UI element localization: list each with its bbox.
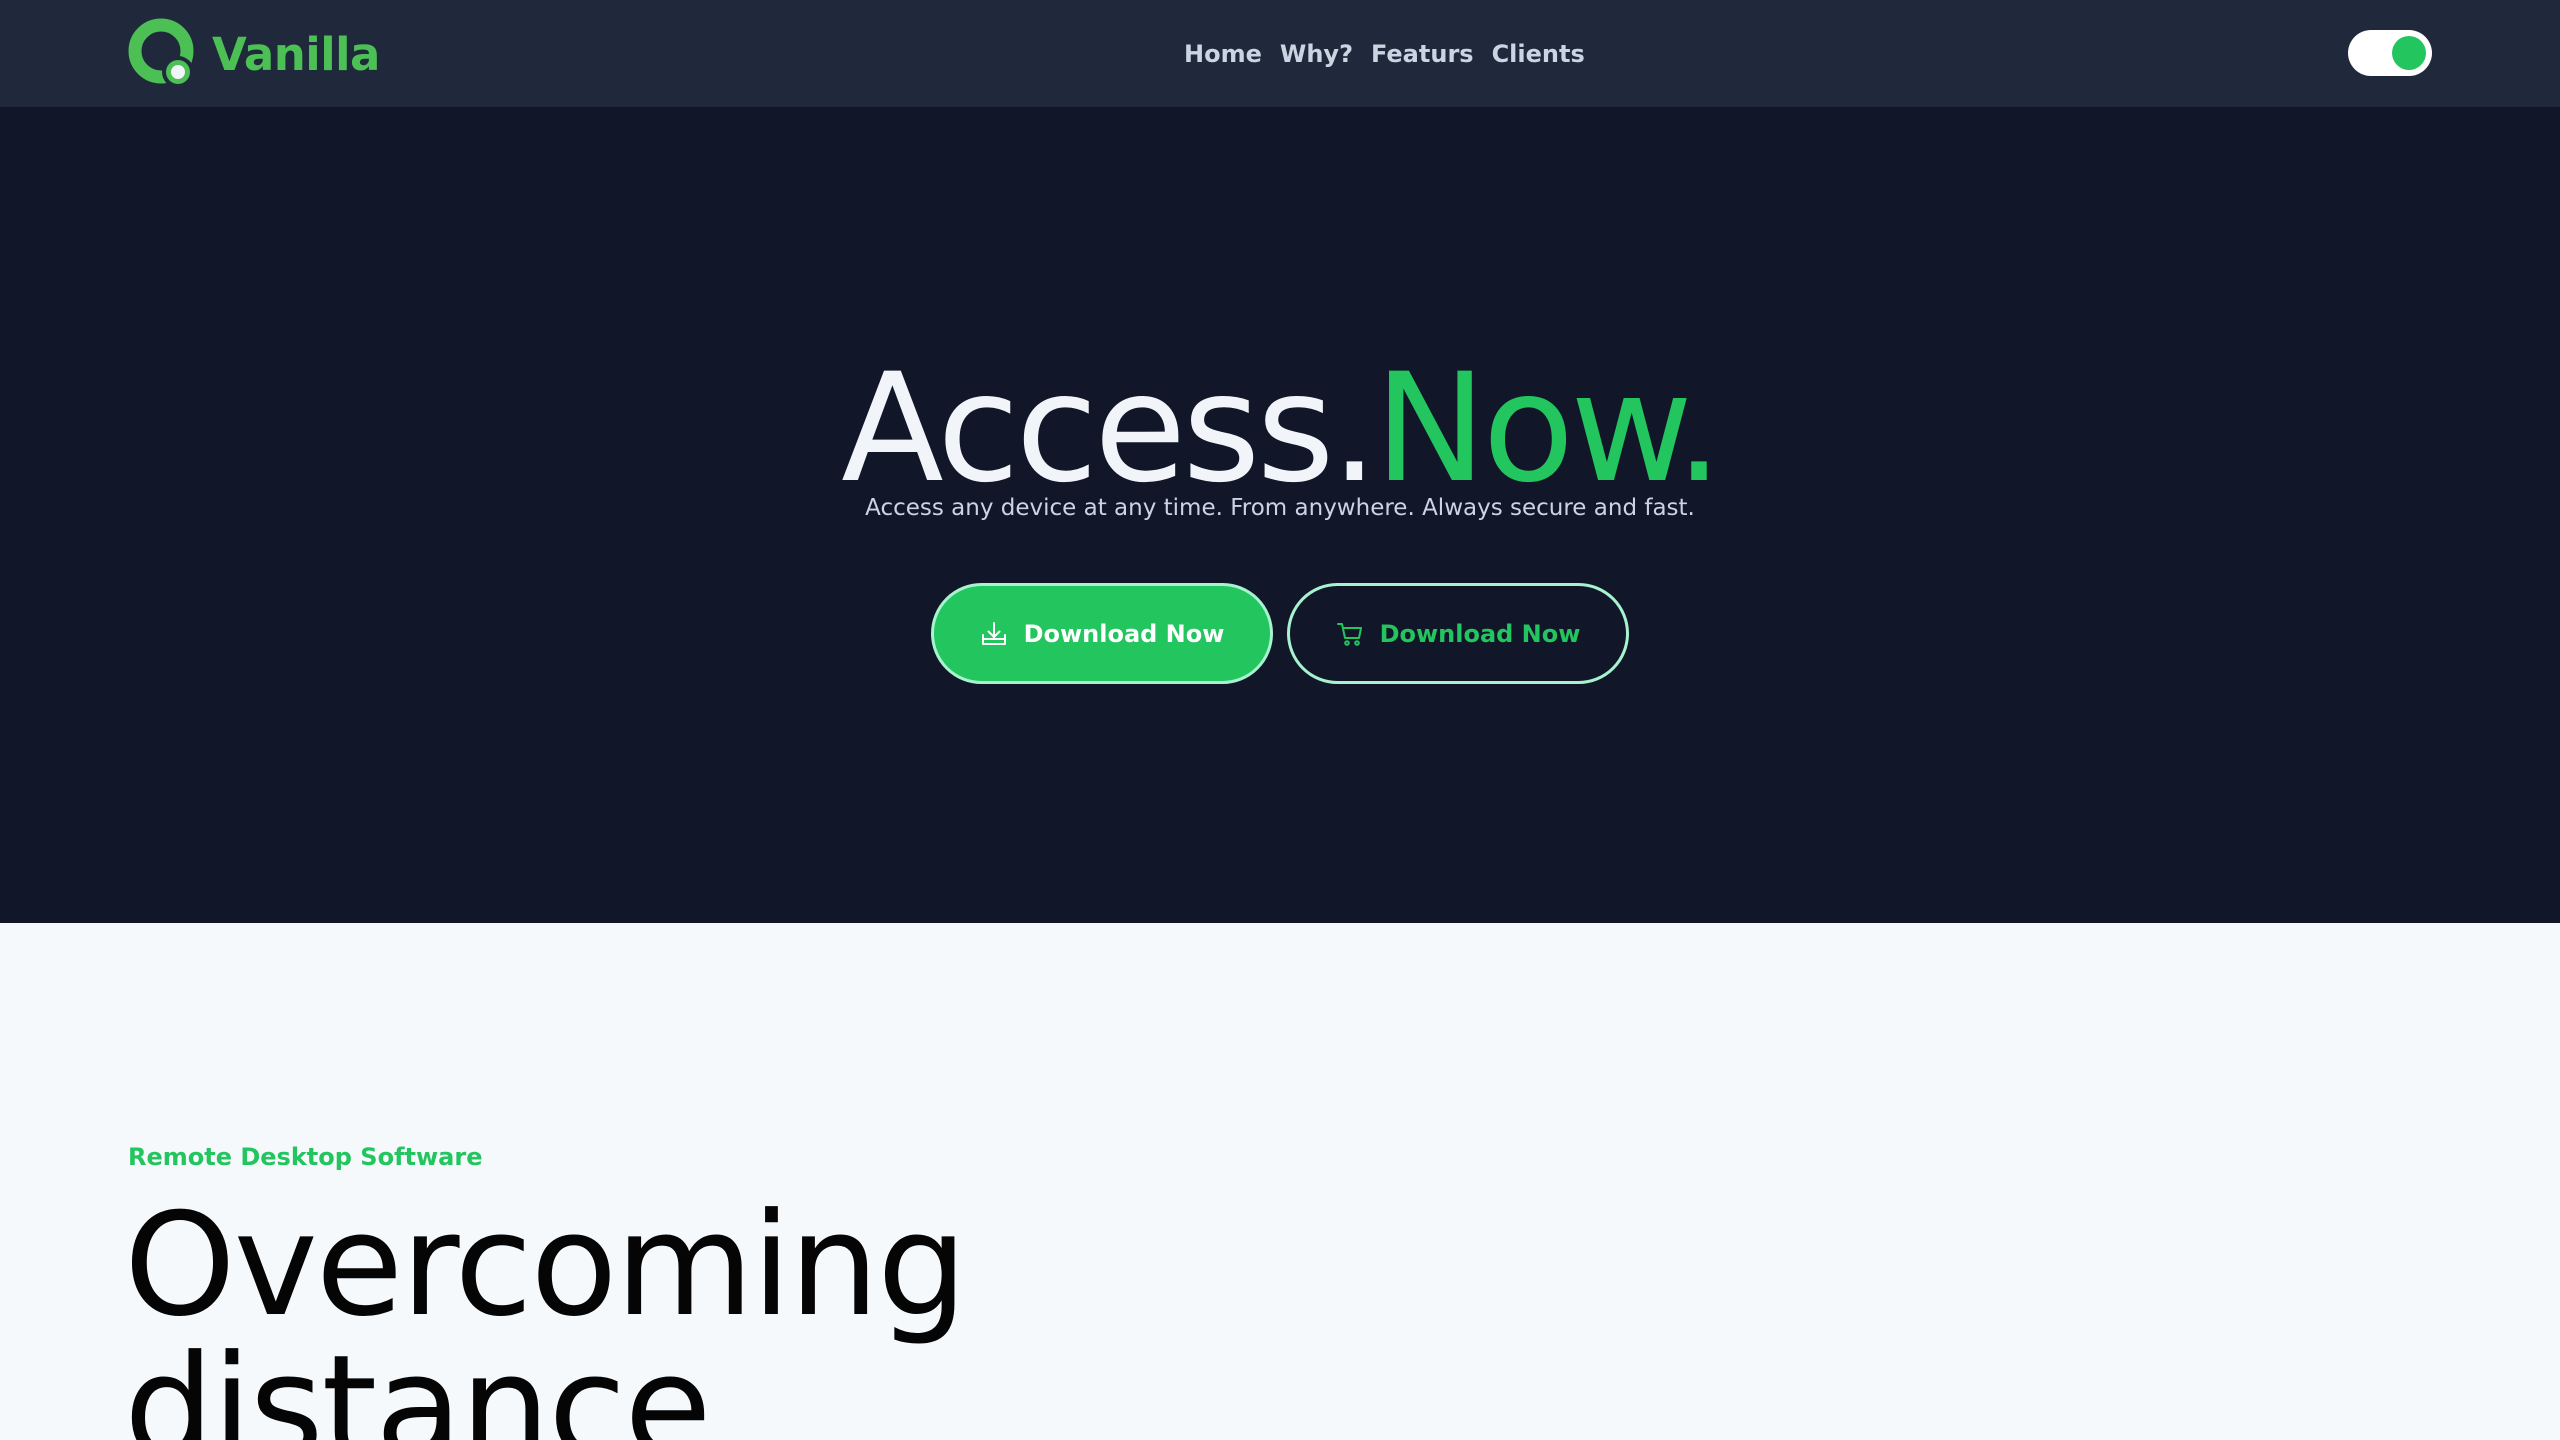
nav-link-clients[interactable]: Clients	[1492, 40, 1585, 68]
cart-icon	[1336, 622, 1362, 646]
download-button[interactable]: Download Now	[931, 583, 1273, 684]
logo-icon	[128, 18, 194, 88]
logo[interactable]: Vanilla	[128, 18, 380, 90]
hero-subtitle: Access any device at any time. From anyw…	[865, 495, 1695, 521]
section-eyebrow: Remote Desktop Software	[128, 1143, 483, 1171]
theme-toggle[interactable]	[2348, 30, 2432, 76]
main-nav: Home Why? Featurs Clients	[1184, 0, 1585, 107]
hero-title-part2: Now.	[1374, 342, 1723, 516]
hero-title: Access.Now.	[0, 339, 2560, 519]
nav-link-home[interactable]: Home	[1184, 40, 1262, 68]
download-button-label: Download Now	[1023, 619, 1225, 648]
hero-title-part1: Access.	[841, 342, 1378, 516]
navbar: Vanilla Home Why? Featurs Clients	[0, 0, 2560, 107]
nav-link-features[interactable]: Featurs	[1371, 40, 1474, 68]
buy-button[interactable]: Download Now	[1287, 583, 1629, 684]
nav-link-why[interactable]: Why?	[1280, 40, 1353, 68]
buy-button-label: Download Now	[1379, 619, 1581, 648]
section-title: Overcoming distance	[124, 1183, 967, 1440]
toggle-knob	[2392, 36, 2426, 70]
logo-text: Vanilla	[212, 27, 380, 81]
download-icon	[981, 621, 1006, 645]
intro-section: Remote Desktop Software Overcoming dista…	[0, 923, 2560, 1440]
hero-section: Access.Now. Access any device at any tim…	[0, 107, 2560, 923]
